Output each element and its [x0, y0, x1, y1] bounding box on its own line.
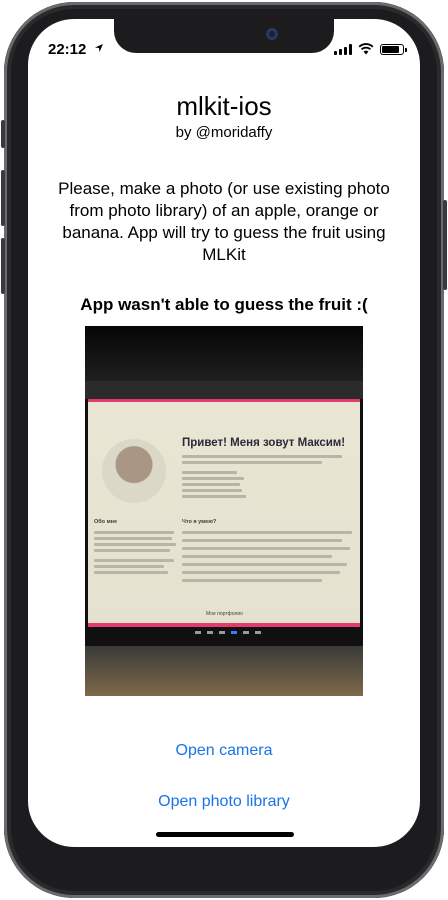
photo-text-line	[182, 531, 352, 534]
instructions-text: Please, make a photo (or use existing ph…	[58, 179, 390, 264]
photo-text-line	[182, 555, 332, 558]
photo-section-about: Обо мне	[94, 519, 118, 525]
status-time: 22:12	[48, 41, 87, 58]
photo-text-line	[94, 537, 172, 540]
photo-webpage: Привет! Меня зовут Максим! Обо мне Что я…	[88, 399, 360, 627]
photo-taskbar	[195, 631, 261, 634]
open-camera-button[interactable]: Open camera	[28, 742, 420, 760]
open-photo-library-button[interactable]: Open photo library	[28, 793, 420, 811]
location-arrow-icon	[95, 44, 103, 52]
home-indicator[interactable]	[156, 832, 294, 837]
photo-text-line	[94, 531, 174, 534]
photo-text-line	[182, 563, 347, 566]
photo-text-line	[182, 461, 322, 464]
photo-text-line	[182, 483, 240, 486]
photo-text-line	[182, 539, 342, 542]
photo-footer-stripe	[88, 623, 360, 627]
photo-text-line	[182, 547, 350, 550]
photo-browser-bar	[85, 381, 363, 399]
mute-switch	[1, 120, 5, 148]
photo-monitor: Привет! Меня зовут Максим! Обо мне Что я…	[85, 381, 363, 646]
photo-text-line	[94, 559, 174, 562]
photo-text-line	[182, 477, 244, 480]
photo-section-skills: Что я умею?	[182, 519, 217, 525]
notch	[114, 19, 334, 53]
photo-text-line	[94, 565, 164, 568]
power-button	[443, 200, 447, 290]
photo-text-line	[94, 543, 176, 546]
cellular-signal-icon	[334, 43, 352, 55]
photo-text-line	[182, 455, 342, 458]
photo-text-line	[182, 489, 242, 492]
photo-text-line	[182, 579, 322, 582]
volume-down-button	[1, 238, 5, 294]
battery-fill	[382, 45, 400, 53]
front-camera-icon	[266, 28, 278, 40]
photo-text-line	[94, 549, 170, 552]
volume-up-button	[1, 170, 5, 226]
photo-footer: Мое портфолио	[206, 611, 243, 617]
result-text: App wasn't able to guess the fruit :(	[80, 295, 368, 314]
app-title: mlkit-ios	[176, 91, 272, 121]
battery-icon	[380, 43, 407, 55]
photo-header-stripe	[88, 399, 360, 402]
wifi-icon	[358, 43, 374, 55]
photo-background	[85, 326, 363, 381]
photo-text-line	[182, 471, 237, 474]
photo-heading: Привет! Меня зовут Максим!	[182, 437, 346, 449]
photo-avatar	[102, 439, 166, 503]
status-icons	[334, 43, 407, 55]
screen: 22:12 mlkit-ios by @moridaffy Please, ma…	[28, 19, 420, 847]
photo-text-line	[182, 495, 246, 498]
photo-text-line	[94, 571, 168, 574]
app-subtitle: by @moridaffy	[175, 124, 273, 141]
selected-photo: Привет! Меня зовут Максим! Обо мне Что я…	[85, 326, 363, 696]
photo-desk	[85, 646, 363, 696]
photo-text-line	[182, 571, 340, 574]
